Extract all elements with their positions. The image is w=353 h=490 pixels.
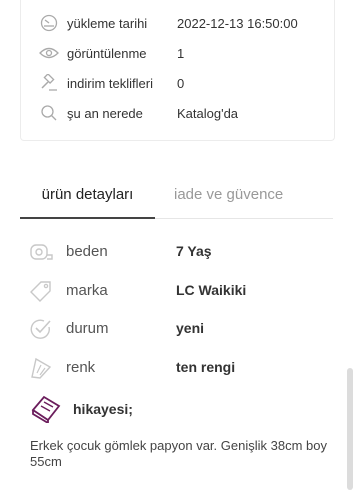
meta-value: Katalog'da: [177, 105, 239, 121]
meta-value: 0: [177, 75, 185, 91]
meta-label: görüntülenme: [67, 45, 147, 61]
search-icon: [39, 103, 59, 123]
meta-row-views: görüntülenme 1: [21, 38, 334, 68]
meta-row-offers: indirim teklifleri 0: [21, 68, 334, 98]
product-meta-card: yükleme tarihi 2022-12-13 16:50:00 görün…: [20, 0, 335, 141]
detail-value: LC Waikiki: [176, 282, 247, 298]
meta-label: yükleme tarihi: [67, 15, 148, 31]
speedometer-icon: [39, 13, 59, 33]
meta-value: 2022-12-13 16:50:00: [177, 15, 298, 31]
story-description: Erkek çocuk gömlek papyon var. Genişlik …: [30, 438, 327, 469]
detail-row-color: renk ten rengi: [0, 351, 353, 387]
detail-value: 7 Yaş: [176, 243, 212, 259]
meta-row-location: şu an nerede Katalog'da: [21, 98, 334, 128]
tag-icon: [28, 278, 54, 304]
detail-label: beden: [66, 243, 108, 260]
checkmark-icon: [28, 316, 54, 342]
tab-return-guarantee[interactable]: iade ve güvence: [174, 186, 283, 203]
book-icon: [30, 393, 62, 425]
meta-label: şu an nerede: [67, 105, 143, 121]
detail-label: marka: [66, 282, 108, 299]
meta-label: indirim teklifleri: [67, 75, 153, 91]
active-tab-indicator: [20, 217, 155, 219]
detail-row-size: beden 7 Yaş: [0, 235, 353, 271]
detail-label: durum: [66, 320, 109, 337]
detail-row-condition: durum yeni: [0, 312, 353, 348]
detail-value: ten rengi: [176, 359, 236, 375]
meta-value: 1: [177, 45, 185, 61]
tape-measure-icon: [28, 239, 54, 265]
detail-value: yeni: [176, 320, 205, 336]
detail-label: renk: [66, 359, 96, 376]
story-title: hikayesi;: [73, 401, 133, 417]
tab-product-details[interactable]: ürün detayları: [20, 186, 155, 203]
eye-icon: [39, 43, 59, 63]
color-swatch-icon: [28, 355, 54, 381]
meta-row-upload-date: yükleme tarihi 2022-12-13 16:50:00: [21, 8, 334, 38]
scrollbar-edge[interactable]: [347, 368, 353, 490]
gavel-icon: [39, 73, 59, 93]
detail-row-brand: marka LC Waikiki: [0, 274, 353, 310]
product-tabs: ürün detayları iade ve güvence: [20, 186, 333, 220]
